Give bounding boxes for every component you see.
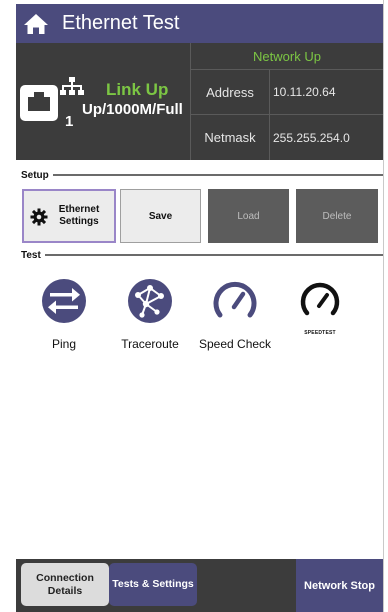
link-status: 1 Link Up Up/1000M/Full bbox=[16, 43, 190, 160]
link-speed: Up/1000M/Full bbox=[82, 101, 183, 118]
title-bar: Ethernet Test bbox=[16, 4, 383, 43]
link-state: Link Up bbox=[106, 80, 169, 99]
speedtest-label: SPEEDTEST bbox=[304, 330, 336, 336]
setup-section-title: Setup bbox=[21, 169, 49, 181]
network-stop-button[interactable]: Network Stop bbox=[296, 559, 383, 612]
setup-section-header: Setup bbox=[21, 168, 383, 182]
network-info-table: Network Up Address 10.11.20.64 Netmask 2… bbox=[190, 43, 383, 160]
speed-check-tile[interactable]: Speed Check bbox=[199, 277, 271, 351]
netmask-row: Netmask 255.255.254.0 bbox=[191, 115, 383, 160]
speedtest-icon bbox=[300, 282, 340, 316]
window-edge bbox=[383, 0, 388, 612]
ethernet-port-icon bbox=[20, 85, 58, 121]
ping-label: Ping bbox=[51, 337, 77, 351]
traceroute-tile[interactable]: Traceroute bbox=[114, 277, 186, 351]
port-number: 1 bbox=[65, 113, 74, 130]
tab-connection-details[interactable]: Connection Details bbox=[21, 563, 109, 606]
speedtest-tile[interactable]: SPEEDTEST bbox=[284, 277, 356, 351]
ethernet-settings-button[interactable]: Ethernet Settings bbox=[22, 189, 116, 243]
address-value: 10.11.20.64 bbox=[273, 85, 336, 99]
ping-icon bbox=[42, 279, 86, 323]
test-section-header: Test bbox=[21, 248, 383, 262]
app-window: Ethernet Test 1 Link Up Up/1000M/Full Ne… bbox=[0, 0, 388, 612]
speed-check-label: Speed Check bbox=[199, 337, 272, 351]
traceroute-icon bbox=[128, 279, 172, 323]
page-title: Ethernet Test bbox=[62, 12, 180, 34]
section-divider bbox=[44, 254, 383, 256]
tab-tests-settings[interactable]: Tests & Settings bbox=[109, 563, 197, 606]
speed-check-icon bbox=[213, 281, 257, 318]
ping-tile[interactable]: Ping bbox=[28, 277, 100, 351]
section-divider bbox=[52, 174, 383, 176]
netmask-value: 255.255.254.0 bbox=[273, 130, 350, 145]
netmask-label: Netmask bbox=[204, 130, 256, 145]
address-label: Address bbox=[206, 84, 254, 100]
address-row: Address 10.11.20.64 bbox=[191, 70, 383, 115]
load-button[interactable]: Load bbox=[208, 189, 289, 243]
bottom-bar: Connection Details Tests & Settings Netw… bbox=[16, 559, 383, 612]
delete-button[interactable]: Delete bbox=[296, 189, 378, 243]
home-icon bbox=[24, 13, 48, 34]
network-state: Network Up bbox=[191, 43, 383, 70]
test-section-title: Test bbox=[21, 249, 41, 261]
ethernet-settings-label: Ethernet Settings bbox=[58, 204, 100, 227]
home-button[interactable] bbox=[16, 4, 56, 43]
gear-icon bbox=[30, 208, 48, 226]
status-panel: 1 Link Up Up/1000M/Full Network Up Addre… bbox=[16, 43, 383, 160]
network-icon bbox=[60, 77, 84, 95]
traceroute-label: Traceroute bbox=[121, 337, 179, 351]
save-button[interactable]: Save bbox=[120, 189, 201, 243]
